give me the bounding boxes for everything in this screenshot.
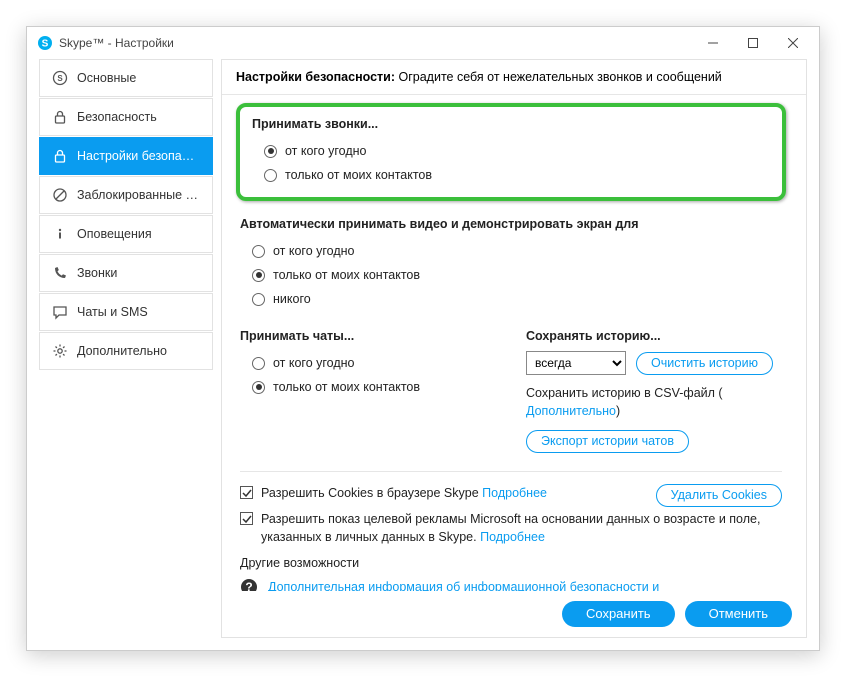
main-panel: Настройки безопасности: Оградите себя от…: [221, 59, 807, 638]
skype-icon: S: [52, 70, 68, 86]
csv-text: Сохранить историю в CSV-файл ( Дополните…: [526, 385, 782, 420]
svg-text:?: ?: [245, 580, 252, 591]
sidebar-item-calls[interactable]: Звонки: [39, 254, 213, 292]
radio-icon: [252, 381, 265, 394]
ads-more-link[interactable]: Подробнее: [480, 530, 545, 544]
close-button[interactable]: [773, 29, 813, 57]
radio-icon: [264, 145, 277, 158]
csv-more-link[interactable]: Дополнительно: [526, 404, 616, 418]
other-options-title: Другие возможности: [240, 556, 782, 570]
radio-label: никого: [273, 292, 311, 306]
chat-icon: [52, 304, 68, 320]
history-select[interactable]: всегда: [526, 351, 626, 375]
radio-label: только от моих контактов: [285, 168, 432, 182]
gear-icon: [52, 343, 68, 359]
radio-icon: [252, 245, 265, 258]
panel-content[interactable]: Принимать звонки... от кого угодно тольк…: [222, 95, 806, 591]
lock-icon: [52, 109, 68, 125]
panel-header-title: Настройки безопасности:: [236, 70, 399, 84]
sidebar-item-security[interactable]: Безопасность: [39, 98, 213, 136]
radio-icon: [252, 357, 265, 370]
radio-chats-contacts[interactable]: только от моих контактов: [240, 375, 496, 399]
ban-icon: [52, 187, 68, 203]
radio-label: только от моих контактов: [273, 380, 420, 394]
sidebar-item-label: Звонки: [77, 266, 117, 280]
sidebar-item-general[interactable]: S Основные: [39, 59, 213, 97]
cancel-button[interactable]: Отменить: [685, 601, 792, 627]
phone-icon: [52, 265, 68, 281]
privacy-info-link[interactable]: Дополнительная информация об информацион…: [268, 578, 782, 591]
checkbox-icon: [240, 486, 253, 499]
settings-window: S Skype™ - Настройки S Основные Безопасн…: [26, 26, 820, 651]
delete-cookies-button[interactable]: Удалить Cookies: [656, 484, 782, 507]
checkbox-cookies[interactable]: Разрешить Cookies в браузере Skype Подро…: [240, 484, 646, 502]
export-history-button[interactable]: Экспорт истории чатов: [526, 430, 689, 453]
radio-label: от кого угодно: [273, 244, 355, 258]
divider: [240, 471, 782, 472]
maximize-button[interactable]: [733, 29, 773, 57]
svg-text:S: S: [57, 74, 63, 83]
sidebar-item-label: Безопасность: [77, 110, 157, 124]
panel-header-desc: Оградите себя от нежелательных звонков и…: [399, 70, 722, 84]
sidebar-item-chats[interactable]: Чаты и SMS: [39, 293, 213, 331]
checkbox-label: Разрешить показ целевой рекламы Microsof…: [261, 510, 782, 546]
window-title: Skype™ - Настройки: [59, 36, 174, 50]
panel-footer: Сохранить Отменить: [222, 591, 806, 637]
radio-label: только от моих контактов: [273, 268, 420, 282]
sidebar-item-more[interactable]: Дополнительно: [39, 332, 213, 370]
panel-header: Настройки безопасности: Оградите себя от…: [222, 60, 806, 95]
section-title-calls: Принимать звонки...: [252, 117, 770, 131]
radio-calls-anyone[interactable]: от кого угодно: [252, 139, 770, 163]
lock-icon: [52, 148, 68, 164]
svg-text:S: S: [42, 39, 49, 50]
section-title-video: Автоматически принимать видео и демонстр…: [240, 217, 782, 231]
sidebar-item-label: Дополнительно: [77, 344, 167, 358]
titlebar: S Skype™ - Настройки: [27, 27, 819, 59]
sidebar-item-blocked[interactable]: Заблокированные по...: [39, 176, 213, 214]
window-controls: [693, 29, 813, 57]
sidebar-item-label: Настройки безопасно...: [77, 149, 200, 163]
radio-video-anyone[interactable]: от кого угодно: [240, 239, 782, 263]
sidebar-item-label: Чаты и SMS: [77, 305, 148, 319]
help-icon: ?: [240, 578, 258, 591]
sidebar-item-label: Заблокированные по...: [77, 188, 200, 202]
radio-icon: [264, 169, 277, 182]
checkbox-ads[interactable]: Разрешить показ целевой рекламы Microsof…: [240, 510, 782, 546]
sidebar-item-label: Основные: [77, 71, 136, 85]
section-title-chats: Принимать чаты...: [240, 329, 496, 343]
sidebar-item-notifications[interactable]: Оповещения: [39, 215, 213, 253]
highlighted-section: Принимать звонки... от кого угодно тольк…: [236, 103, 786, 201]
skype-icon: S: [37, 35, 53, 51]
radio-label: от кого угодно: [285, 144, 367, 158]
save-button[interactable]: Сохранить: [562, 601, 675, 627]
minimize-button[interactable]: [693, 29, 733, 57]
radio-video-nobody[interactable]: никого: [240, 287, 782, 311]
sidebar: S Основные Безопасность Настройки безопа…: [39, 59, 213, 638]
checkbox-icon: [240, 512, 253, 525]
cookies-more-link[interactable]: Подробнее: [482, 486, 547, 500]
info-icon: [52, 226, 68, 242]
section-title-history: Сохранять историю...: [526, 329, 782, 343]
radio-label: от кого угодно: [273, 356, 355, 370]
radio-icon: [252, 269, 265, 282]
sidebar-item-label: Оповещения: [77, 227, 152, 241]
radio-video-contacts[interactable]: только от моих контактов: [240, 263, 782, 287]
radio-calls-contacts[interactable]: только от моих контактов: [252, 163, 770, 187]
radio-icon: [252, 293, 265, 306]
clear-history-button[interactable]: Очистить историю: [636, 352, 773, 375]
sidebar-item-security-settings[interactable]: Настройки безопасно...: [39, 137, 213, 175]
checkbox-label: Разрешить Cookies в браузере Skype Подро…: [261, 484, 547, 502]
radio-chats-anyone[interactable]: от кого угодно: [240, 351, 496, 375]
